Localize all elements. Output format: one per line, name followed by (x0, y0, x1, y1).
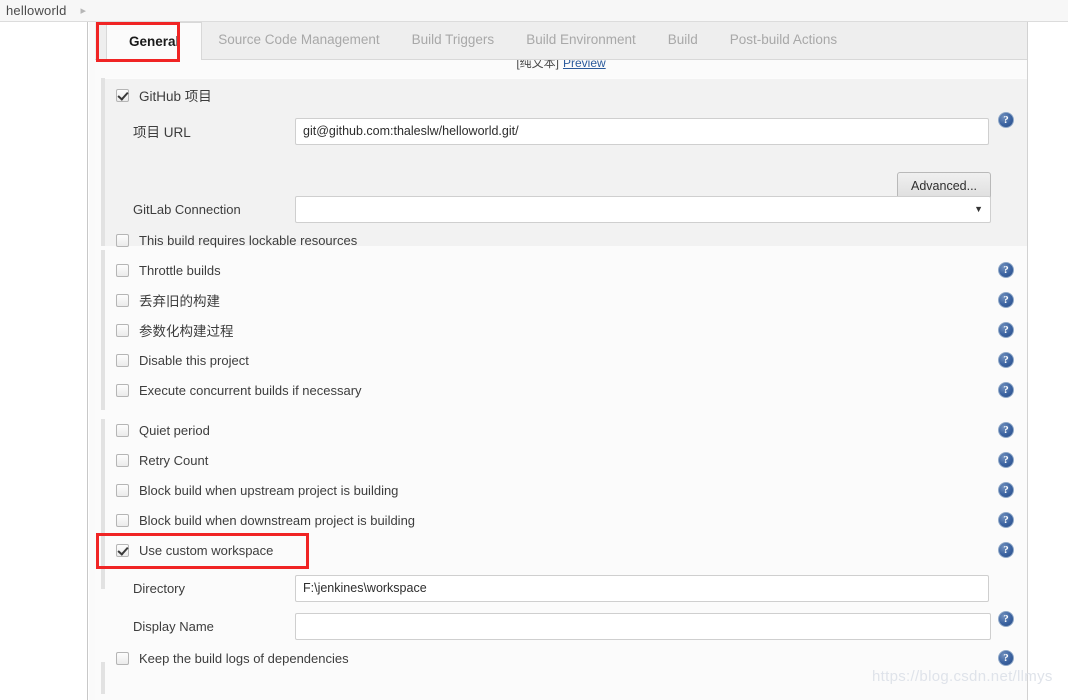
workspace-directory-input[interactable] (295, 574, 989, 602)
tab-bar-spacer (95, 21, 106, 59)
block-downstream-label[interactable]: Block build when downstream project is b… (139, 513, 415, 528)
config-form-area: General Source Code Management Build Tri… (95, 22, 1027, 700)
retry-count-label[interactable]: Retry Count (139, 453, 208, 468)
parameterized-build-checkbox[interactable] (116, 323, 129, 337)
quiet-period-checkbox[interactable] (116, 423, 129, 437)
workspace-display-name-row: Display Name (95, 609, 1027, 643)
option-row-concurrent-builds: Execute concurrent builds if necessary (95, 375, 1027, 405)
workspace-display-name-input[interactable] (295, 612, 991, 640)
block-upstream-label[interactable]: Block build when upstream project is bui… (139, 483, 398, 498)
github-project-checkbox[interactable] (116, 88, 129, 102)
concurrent-builds-help-icon[interactable]: ? (998, 382, 1014, 398)
use-custom-workspace-help-icon[interactable]: ? (998, 542, 1014, 558)
option-row-lockable-resources: This build requires lockable resources (95, 225, 1027, 255)
tab-general[interactable]: General (106, 22, 203, 60)
option-row-retry-count: Retry Count (95, 445, 1027, 475)
disable-project-label[interactable]: Disable this project (139, 353, 249, 368)
option-row-throttle-builds: Throttle builds (95, 255, 1027, 285)
option-row-disable-project: Disable this project (95, 345, 1027, 375)
parameterized-build-help-icon[interactable]: ? (998, 322, 1014, 338)
option-row-block-downstream: Block build when downstream project is b… (95, 505, 1027, 535)
keep-build-logs-checkbox[interactable] (116, 651, 129, 665)
retry-count-checkbox[interactable] (116, 453, 129, 467)
tab-post-build-actions[interactable]: Post-build Actions (714, 21, 853, 59)
workspace-display-name-help-icon[interactable]: ? (998, 611, 1014, 627)
lockable-resources-label[interactable]: This build requires lockable resources (139, 233, 357, 248)
discard-old-builds-label[interactable]: 丢弃旧的构建 (139, 290, 220, 310)
github-project-label[interactable]: GitHub 项目 (139, 85, 212, 105)
github-project-row: GitHub 项目 (95, 80, 1027, 110)
use-custom-workspace-label[interactable]: Use custom workspace (139, 543, 273, 558)
concurrent-builds-checkbox[interactable] (116, 383, 129, 397)
tab-build-environment[interactable]: Build Environment (510, 21, 652, 59)
breadcrumb-item-helloworld[interactable]: helloworld (0, 3, 67, 18)
throttle-builds-help-icon[interactable]: ? (998, 262, 1014, 278)
breadcrumb-separator-icon[interactable]: ▸ (81, 4, 87, 17)
option-row-quiet-period: Quiet period (95, 415, 1027, 445)
throttle-builds-label[interactable]: Throttle builds (139, 263, 221, 278)
project-url-help-icon[interactable]: ? (998, 112, 1014, 128)
workspace-directory-row: Directory (95, 571, 1027, 605)
concurrent-builds-label[interactable]: Execute concurrent builds if necessary (139, 383, 362, 398)
description-preview-line: [纯文本] Preview (95, 60, 1027, 78)
discard-old-builds-help-icon[interactable]: ? (998, 292, 1014, 308)
block-downstream-help-icon[interactable]: ? (998, 512, 1014, 528)
option-row-use-custom-workspace: Use custom workspace (95, 535, 1027, 565)
workspace-display-name-label: Display Name (133, 618, 214, 634)
project-url-label: 项目 URL (133, 125, 191, 140)
retry-count-help-icon[interactable]: ? (998, 452, 1014, 468)
tab-build[interactable]: Build (652, 21, 714, 59)
disable-project-checkbox[interactable] (116, 353, 129, 367)
block-upstream-help-icon[interactable]: ? (998, 482, 1014, 498)
project-url-row: 项目 URL (95, 114, 1027, 148)
block-downstream-checkbox[interactable] (116, 513, 129, 527)
gitlab-connection-select[interactable]: ▼ (295, 195, 991, 223)
block-upstream-checkbox[interactable] (116, 483, 129, 497)
config-tab-bar: General Source Code Management Build Tri… (95, 22, 1027, 60)
tab-build-triggers[interactable]: Build Triggers (396, 21, 511, 59)
right-margin-pane (1027, 22, 1068, 700)
left-sidebar-pane (0, 22, 88, 700)
quiet-period-label[interactable]: Quiet period (139, 423, 210, 438)
gitlab-connection-label: GitLab Connection (133, 201, 241, 217)
keep-build-logs-help-icon[interactable]: ? (998, 650, 1014, 666)
breadcrumb: helloworld ▸ (0, 0, 1068, 22)
keep-build-logs-label[interactable]: Keep the build logs of dependencies (139, 651, 349, 666)
tab-source-code-management[interactable]: Source Code Management (202, 21, 395, 59)
jenkins-job-config-page: helloworld ▸ General Source Code Managem… (0, 0, 1068, 700)
preview-link[interactable]: Preview (563, 60, 606, 70)
watermark: https://blog.csdn.net/llmys (872, 668, 1053, 685)
throttle-builds-checkbox[interactable] (116, 263, 129, 277)
option-row-discard-old-builds: 丢弃旧的构建 (95, 285, 1027, 315)
project-url-input[interactable] (295, 117, 989, 145)
option-row-parameterized-build: 参数化构建过程 (95, 315, 1027, 345)
markup-type-label: [纯文本] (516, 60, 559, 70)
quiet-period-help-icon[interactable]: ? (998, 422, 1014, 438)
lockable-resources-checkbox[interactable] (116, 233, 129, 247)
gitlab-connection-row: GitLab Connection ▼ (95, 192, 1027, 226)
option-row-block-upstream: Block build when upstream project is bui… (95, 475, 1027, 505)
parameterized-build-label[interactable]: 参数化构建过程 (139, 320, 234, 340)
chevron-down-icon: ▼ (974, 204, 983, 214)
discard-old-builds-checkbox[interactable] (116, 293, 129, 307)
use-custom-workspace-checkbox[interactable] (116, 543, 129, 557)
disable-project-help-icon[interactable]: ? (998, 352, 1014, 368)
workspace-directory-label: Directory (133, 580, 186, 596)
